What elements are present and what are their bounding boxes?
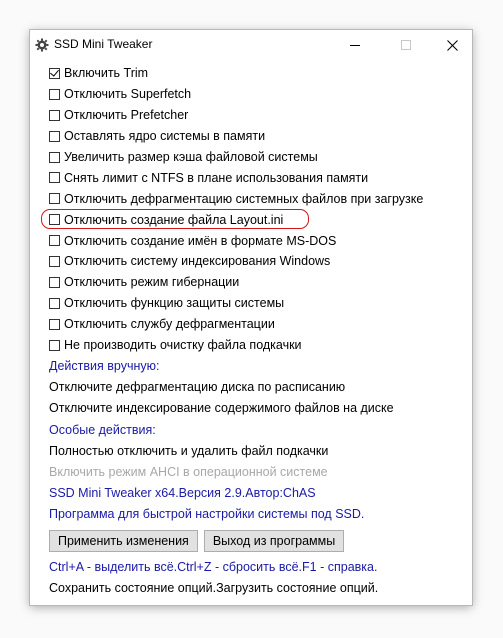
option-disable-indexing[interactable]: Отключить систему индексирования Windows [49, 251, 464, 272]
option-disable-prefetcher[interactable]: Отключить Prefetcher [49, 105, 464, 126]
option-label: Отключить создание имён в формате MS-DOS [64, 233, 337, 248]
option-disable-msdos-names[interactable]: Отключить создание имён в формате MS-DOS [49, 230, 464, 251]
checkbox[interactable] [49, 318, 60, 330]
option-label: Отключить режим гибернации [64, 275, 240, 290]
window-title: SSD Mini Tweaker [54, 37, 153, 51]
option-label: Отключить службу дефрагментации [64, 317, 275, 332]
special-actions-heading: Особые действия: [49, 422, 156, 437]
maximize-icon [401, 40, 411, 50]
minimize-icon [350, 45, 360, 46]
gear-icon [35, 38, 49, 52]
special-link-remove-pagefile[interactable]: Полностью отключить и удалить файл подка… [49, 440, 464, 461]
special-link-enable-ahci: Включить режим AHCI в операционной систе… [49, 465, 328, 479]
checkbox[interactable] [49, 255, 60, 267]
option-enable-trim[interactable]: Включить Trim [49, 63, 464, 84]
checkbox[interactable] [49, 276, 60, 288]
title-bar[interactable]: SSD Mini Tweaker [30, 30, 472, 60]
option-label: Отключить функцию защиты системы [64, 296, 285, 311]
option-disable-superfetch[interactable]: Отключить Superfetch [49, 84, 464, 105]
exit-button[interactable]: Выход из программы [203, 529, 345, 552]
option-disable-defrag-service[interactable]: Отключить службу дефрагментации [49, 314, 464, 335]
option-label: Отключить Superfetch [64, 87, 192, 102]
maximize-button[interactable] [389, 30, 423, 60]
checkbox[interactable] [49, 151, 60, 163]
checkbox[interactable] [49, 67, 60, 79]
option-label: Отключить дефрагментацию системных файло… [64, 191, 424, 206]
close-button[interactable] [435, 30, 469, 60]
manual-link-defrag-schedule[interactable]: Отключите дефрагментацию диска по распис… [49, 377, 464, 398]
option-disable-boot-defrag[interactable]: Отключить дефрагментацию системных файло… [49, 188, 464, 209]
action-buttons: Применить изменения Выход из программы [49, 529, 464, 552]
close-icon [446, 39, 458, 51]
option-disable-system-protection[interactable]: Отключить функцию защиты системы [49, 293, 464, 314]
option-label: Не производить очистку файла подкачки [64, 338, 302, 353]
option-label: Оставлять ядро системы в памяти [64, 129, 266, 144]
option-kernel-in-memory[interactable]: Оставлять ядро системы в памяти [49, 126, 464, 147]
checkbox[interactable] [49, 130, 60, 142]
option-label: Включить Trim [64, 66, 149, 81]
option-ntfs-memory-limit[interactable]: Снять лимит с NTFS в плане использования… [49, 167, 464, 188]
apply-button[interactable]: Применить изменения [49, 529, 198, 552]
option-increase-fs-cache[interactable]: Увеличить размер кэша файловой системы [49, 147, 464, 168]
minimize-button[interactable] [338, 30, 372, 60]
option-no-pagefile-clear[interactable]: Не производить очистку файла подкачки [49, 335, 464, 356]
option-disable-layout-ini[interactable]: Отключить создание файла Layout.ini [41, 209, 464, 230]
checkbox[interactable] [49, 109, 60, 121]
option-label: Увеличить размер кэша файловой системы [64, 150, 318, 164]
version-info: SSD Mini Tweaker x64.Версия 2.9.Автор:Ch… [49, 486, 316, 501]
app-window: SSD Mini Tweaker Включить Trim Отключить… [30, 30, 472, 605]
checkbox[interactable] [49, 235, 60, 247]
checkbox[interactable] [49, 172, 60, 184]
manual-actions-heading: Действия вручную: [49, 359, 160, 374]
option-disable-hibernation[interactable]: Отключить режим гибернации [49, 272, 464, 293]
program-description: Программа для быстрой настройки системы … [49, 507, 365, 522]
manual-link-content-indexing[interactable]: Отключите индексирование содержимого фай… [49, 398, 464, 419]
option-label: Отключить Prefetcher [64, 108, 189, 123]
window-content: Включить Trim Отключить Superfetch Отклю… [41, 63, 464, 598]
checkbox[interactable] [49, 88, 60, 100]
option-label: Снять лимит с NTFS в плане использования… [64, 170, 369, 185]
screenshot-canvas: SSD Mini Tweaker Включить Trim Отключить… [0, 0, 503, 638]
option-label: Отключить создание файла Layout.ini [64, 212, 284, 227]
checkbox[interactable] [49, 214, 60, 226]
save-load-state-links[interactable]: Сохранить состояние опций.Загрузить сост… [49, 577, 464, 598]
checkbox[interactable] [49, 193, 60, 205]
option-label: Отключить систему индексирования Windows [64, 254, 331, 269]
shortcuts-hint: Ctrl+A - выделить всё.Ctrl+Z - сбросить … [49, 559, 378, 574]
checkbox[interactable] [49, 339, 60, 351]
checkbox[interactable] [49, 297, 60, 309]
options-list: Включить Trim Отключить Superfetch Отклю… [41, 63, 464, 356]
